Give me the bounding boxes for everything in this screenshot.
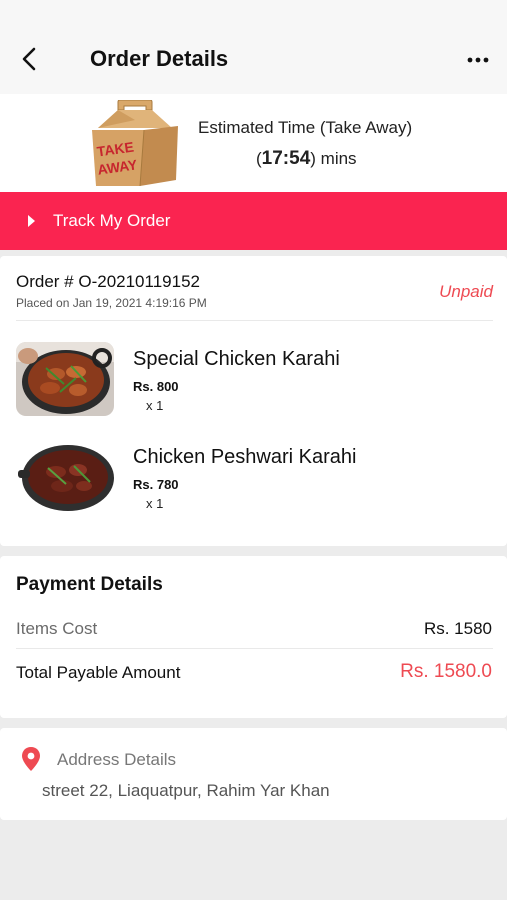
estimated-time-card: TAKE AWAY (0, 94, 507, 192)
address-details-title: Address Details (57, 750, 177, 769)
chicken-karahi-image (16, 342, 114, 416)
order-item[interactable]: Chicken Peshwari Karahi Rs. 780 x 1 (16, 440, 496, 520)
order-number: Order # O-20210119152 (16, 272, 200, 291)
more-options-button[interactable] (462, 48, 494, 72)
items-cost-value: Rs. 1580 (423, 619, 492, 638)
estimated-time-label: Estimated Time (Take Away) (198, 118, 413, 137)
play-triangle-icon (28, 215, 35, 227)
estimated-time-value: (17:54) mins (256, 148, 357, 170)
item-price: Rs. 800 (133, 379, 179, 394)
app-header: Order Details (0, 0, 507, 94)
payment-details-title: Payment Details (16, 574, 163, 595)
items-cost-label: Items Cost (16, 619, 98, 638)
divider (16, 648, 493, 649)
payment-status-badge: Unpaid (439, 282, 493, 301)
payment-details-card: Payment Details Items Cost Rs. 1580 Tota… (0, 556, 507, 718)
item-quantity: x 1 (146, 496, 164, 511)
track-my-order-button[interactable]: Track My Order (0, 192, 507, 250)
takeaway-box-image: TAKE AWAY (92, 100, 178, 187)
item-name: Chicken Peshwari Karahi (133, 446, 357, 468)
order-card: Order # O-20210119152 Placed on Jan 19, … (0, 256, 507, 546)
time-suffix: ) mins (310, 149, 357, 168)
location-pin-icon (22, 747, 40, 771)
page-title: Order Details (90, 46, 229, 71)
address-details-card: Address Details street 22, Liaquatpur, R… (0, 728, 507, 820)
chevron-left-icon (22, 47, 36, 71)
total-payable-label: Total Payable Amount (16, 663, 181, 682)
total-payable-value: Rs. 1580.0 (400, 661, 492, 682)
track-my-order-label: Track My Order (53, 211, 171, 230)
more-horizontal-icon (467, 57, 489, 63)
item-quantity: x 1 (146, 398, 164, 413)
item-name: Special Chicken Karahi (133, 348, 340, 370)
divider (16, 320, 493, 321)
back-button[interactable] (14, 44, 44, 74)
item-price: Rs. 780 (133, 477, 179, 492)
chicken-karahi-image (16, 440, 114, 514)
address-text: street 22, Liaquatpur, Rahim Yar Khan (42, 781, 330, 800)
order-item[interactable]: Special Chicken Karahi Rs. 800 x 1 (16, 342, 496, 422)
time-value: 17:54 (261, 148, 311, 169)
order-placed-on: Placed on Jan 19, 2021 4:19:16 PM (16, 296, 207, 310)
